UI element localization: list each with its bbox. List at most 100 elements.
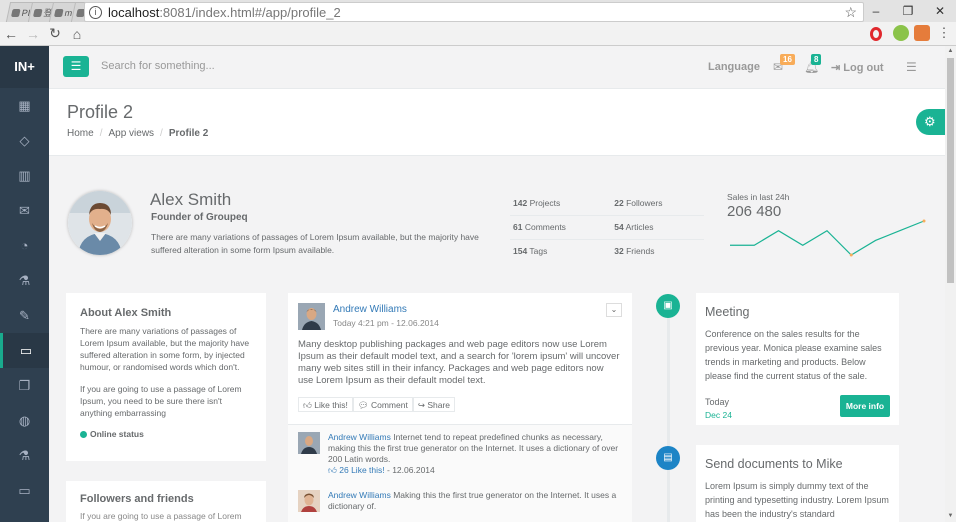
comment-avatar[interactable]	[298, 432, 320, 454]
desktop-icon[interactable]: ▭	[0, 333, 49, 368]
info-icon[interactable]: i	[89, 5, 102, 19]
thumbs-up-icon: 👍︎	[328, 465, 337, 475]
sparkline-path	[730, 220, 925, 256]
menu-icon[interactable]: ⋮	[936, 25, 952, 41]
extension-icon[interactable]	[914, 25, 930, 41]
about-paragraph: There are many variations of passages of…	[80, 326, 250, 372]
scroll-up-icon[interactable]: ▲	[945, 46, 956, 57]
stat-tags: 154 Tags	[510, 238, 612, 263]
comment-text: Andrew Williams Making this the first tr…	[328, 490, 617, 511]
stat-projects: 142 Projects	[513, 197, 561, 208]
scrollbar-thumb[interactable]	[947, 58, 954, 283]
logout-link[interactable]: ⇥ Log out	[831, 61, 884, 74]
more-info-button[interactable]: More info	[840, 395, 890, 417]
dashboard-icon[interactable]: ▦	[0, 88, 49, 123]
stat-comments: 61 Comments	[510, 214, 612, 239]
address-toolbar: ← → ↻ ⌂	[0, 22, 956, 46]
reload-icon[interactable]: ↻	[44, 25, 66, 42]
followers-text: If you are going to use a passage of Lor…	[80, 511, 242, 521]
tasks-icon[interactable]: ☰	[906, 60, 917, 74]
scroll-down-icon[interactable]: ▼	[945, 511, 956, 522]
post-author[interactable]: Andrew Williams	[333, 304, 407, 315]
tab-favicon-icon	[11, 8, 21, 17]
bell-count-badge: 8	[811, 54, 822, 65]
timeline-text: Lorem Ipsum is simply dummy text of the …	[705, 481, 889, 519]
comment-item: Andrew Williams Internet tend to repeat …	[298, 432, 622, 480]
sparkline-point	[922, 219, 926, 223]
language-dropdown[interactable]: Language	[708, 61, 760, 73]
comments-section: Andrew Williams Internet tend to repeat …	[288, 424, 632, 522]
share-button[interactable]: ↪ Share	[412, 397, 456, 412]
menu-toggle-button[interactable]: ☰	[63, 56, 89, 77]
post-author-avatar[interactable]	[298, 303, 325, 330]
post-actions: 👍︎ Like this! 💬︎ Comment ↪ Share	[298, 397, 456, 412]
timeline-title: Send documents to Mike	[705, 457, 843, 471]
url-host: localhost	[108, 4, 160, 20]
close-icon[interactable]: ✕	[924, 4, 956, 18]
breadcrumb-home[interactable]: Home	[67, 128, 94, 139]
logo[interactable]: IN+	[0, 46, 49, 88]
timeline-text: Conference on the sales results for the …	[705, 329, 882, 381]
url-bar[interactable]: i localhost:8081/index.html#/app/profile…	[84, 2, 864, 22]
timeline-title: Meeting	[705, 305, 750, 319]
page-heading: Profile 2 Home / App views / Profile 2	[49, 89, 945, 156]
sales-sparkline	[730, 219, 926, 257]
profile-description: There are many variations of passages of…	[151, 232, 479, 255]
comment-like-link[interactable]: 👍︎ 26 Like this!	[328, 465, 385, 475]
status-dot-icon	[80, 430, 87, 438]
envelope-icon[interactable]: ✉	[0, 193, 49, 228]
mail-count-badge: 16	[780, 54, 795, 65]
breadcrumb-app-views[interactable]: App views	[108, 128, 154, 139]
timeline-footer: Today Dec 24 More info	[705, 393, 890, 423]
page-title: Profile 2	[67, 102, 134, 122]
briefcase-icon: ▣	[656, 294, 680, 318]
stat-friends: 32 Friends	[611, 238, 704, 263]
back-icon[interactable]: ←	[0, 26, 22, 42]
globe-icon[interactable]: ◍	[0, 403, 49, 438]
bell-icon[interactable]: 🔔︎ 8	[804, 54, 822, 74]
comment-author[interactable]: Andrew Williams	[328, 432, 391, 442]
edit-icon[interactable]: ✎	[0, 298, 49, 333]
bar-chart-icon[interactable]: ▥	[0, 158, 49, 193]
minimize-icon[interactable]: –	[860, 4, 892, 18]
profile-name: Alex Smith	[150, 190, 232, 209]
files-icon[interactable]: ❐	[0, 368, 49, 403]
home-icon[interactable]: ⌂	[66, 26, 88, 42]
online-status: Online status	[80, 429, 252, 439]
comment-avatar[interactable]	[298, 490, 320, 512]
comment-meta: 👍︎ 26 Like this! - 12.06.2014	[328, 465, 435, 475]
pie-chart-icon[interactable]: ◔	[0, 228, 49, 263]
followers-card: Followers and friends If you are going t…	[66, 481, 266, 522]
stat-articles: 54 Articles	[611, 214, 704, 239]
bookmark-star-icon[interactable]: ☆	[844, 4, 857, 21]
tab-favicon-icon	[54, 8, 64, 17]
search-input[interactable]: Search for something...	[101, 60, 215, 72]
opera-extension-icon[interactable]	[870, 27, 882, 41]
laptop-icon[interactable]: ▭	[0, 473, 49, 508]
about-title: About Alex Smith	[80, 307, 172, 319]
url-path: /index.html#/app/profile_2	[191, 4, 341, 20]
page-scrollbar[interactable]: ▲ ▼	[945, 46, 956, 522]
url-port: :8081	[159, 4, 192, 20]
profile-photo	[68, 191, 132, 255]
gears-icon: ⚙	[924, 114, 936, 129]
flask-icon[interactable]: ⚗	[0, 263, 49, 298]
logout-label: Log out	[843, 62, 884, 74]
timeline-line	[667, 306, 670, 522]
like-button[interactable]: 👍︎ Like this!	[298, 397, 353, 412]
profile-role: Founder of Groupeq	[151, 212, 248, 223]
comment-author[interactable]: Andrew Williams	[328, 490, 391, 500]
chevron-down-icon[interactable]: ⌄	[606, 303, 622, 317]
maximize-icon[interactable]: ❐	[892, 4, 924, 18]
flask-icon[interactable]: ⚗	[0, 438, 49, 473]
comment-button[interactable]: 💬︎ Comment	[352, 397, 413, 412]
extension-icon[interactable]	[893, 25, 909, 41]
post-time: Today 4:21 pm - 12.06.2014	[333, 318, 439, 328]
forward-icon[interactable]: →	[22, 26, 44, 42]
diamond-icon[interactable]: ◇	[0, 123, 49, 158]
sidebar: IN+ ▦ ◇ ▥ ✉ ◔ ⚗ ✎ ▭ ❐ ◍ ⚗ ▭	[0, 46, 49, 522]
mail-icon[interactable]: ✉ 16	[773, 54, 795, 74]
sales-label: Sales in last 24h	[727, 192, 790, 202]
timeline-date: Today Dec 24	[705, 397, 732, 420]
about-card: About Alex Smith There are many variatio…	[66, 293, 266, 461]
